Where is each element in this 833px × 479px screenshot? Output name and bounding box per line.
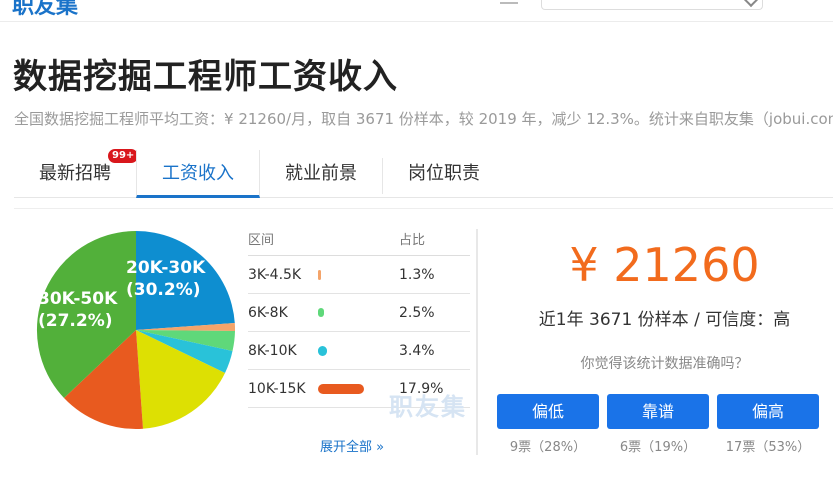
pie-label-pct: (30.2%) xyxy=(126,280,201,300)
column-header-range: 区间 xyxy=(248,233,275,248)
table-row: 8K-10K 3.4% xyxy=(248,332,470,370)
pie-label-pct: (27.2%) xyxy=(38,311,113,331)
average-salary: ¥ 21260 xyxy=(569,238,760,292)
table-row: 6K-8K 2.5% xyxy=(248,294,470,332)
tab-label: 就业前景 xyxy=(285,163,357,184)
range-cell: 3K-4.5K xyxy=(248,267,302,283)
salary-pie-chart: 20K-30K (30.2%) 30K-50K (27.2%) xyxy=(14,209,239,475)
range-cell: 6K-8K xyxy=(248,305,288,321)
expand-all-link[interactable]: 展开全部 » xyxy=(320,436,384,455)
sample-info: 近1年 3671 份样本 / 可信度：高 xyxy=(538,310,791,330)
search-input[interactable] xyxy=(541,0,763,10)
tab-prospects[interactable]: 就业前景 xyxy=(260,150,382,198)
page-title: 数据挖掘工程师工资收入 xyxy=(13,57,398,97)
table-header: 区间 占比 xyxy=(248,229,470,256)
percentage-bar xyxy=(318,346,327,356)
range-cell: 8K-10K xyxy=(248,343,297,359)
table-row: 3K-4.5K 1.3% xyxy=(248,256,470,294)
pct-cell: 1.3% xyxy=(399,267,435,283)
salary-card: 20K-30K (30.2%) 30K-50K (27.2%) 区间 占比 3K… xyxy=(14,208,833,474)
column-header-pct: 占比 xyxy=(399,233,426,248)
top-bar: 职友集 xyxy=(0,0,833,22)
vote-high-count: 17票（53%） xyxy=(725,440,811,455)
distribution-table: 区间 占比 3K-4.5K 1.3% 6K-8K 2.5% 8K-10K 3.4% 10K-… xyxy=(248,229,470,408)
pie-svg xyxy=(36,230,236,429)
vote-high-button[interactable]: 偏高 xyxy=(717,394,819,429)
chevron-down-icon xyxy=(743,0,759,8)
pie-label-30k-50k: 30K-50K (27.2%) xyxy=(38,288,117,332)
pie-label-range: 20K-30K xyxy=(126,258,206,278)
tab-label: 岗位职责 xyxy=(408,163,480,184)
percentage-bar xyxy=(318,270,321,280)
tab-duties[interactable]: 岗位职责 xyxy=(383,150,505,198)
vote-low-button[interactable]: 偏低 xyxy=(497,394,599,429)
tab-label: 工资收入 xyxy=(162,163,234,184)
table-body: 3K-4.5K 1.3% 6K-8K 2.5% 8K-10K 3.4% 10K-15K 17.… xyxy=(248,256,470,408)
tab-label: 最新招聘 xyxy=(39,163,111,184)
pie-label-range: 30K-50K xyxy=(38,289,118,309)
site-logo[interactable]: 职友集 xyxy=(12,0,78,20)
tab-bar: 最新招聘 99+ 工资收入 就业前景 岗位职责 xyxy=(14,148,833,198)
watermark: 职友集 xyxy=(389,393,467,421)
pie-label-20k-30k: 20K-30K (30.2%) xyxy=(126,257,205,301)
range-cell: 10K-15K xyxy=(248,381,306,397)
vote-low-count: 9票（28%） xyxy=(509,440,587,455)
count-badge: 99+ xyxy=(107,148,140,164)
pct-cell: 2.5% xyxy=(399,305,435,321)
page-subtitle: 全国数据挖掘工程师平均工资：¥ 21260/月，取自 3671 份样本，较 20… xyxy=(14,110,833,128)
menu-icon[interactable] xyxy=(500,2,518,4)
tab-salary[interactable]: 工资收入 xyxy=(136,150,260,198)
vertical-divider xyxy=(476,229,478,455)
percentage-bar xyxy=(318,308,324,317)
pct-cell: 3.4% xyxy=(399,343,435,359)
vote-accurate-button[interactable]: 靠谱 xyxy=(607,394,709,429)
accuracy-question: 你觉得该统计数据准确吗？ xyxy=(580,356,749,372)
vote-accurate-count: 6票（19%） xyxy=(619,440,697,455)
percentage-bar xyxy=(318,384,364,394)
